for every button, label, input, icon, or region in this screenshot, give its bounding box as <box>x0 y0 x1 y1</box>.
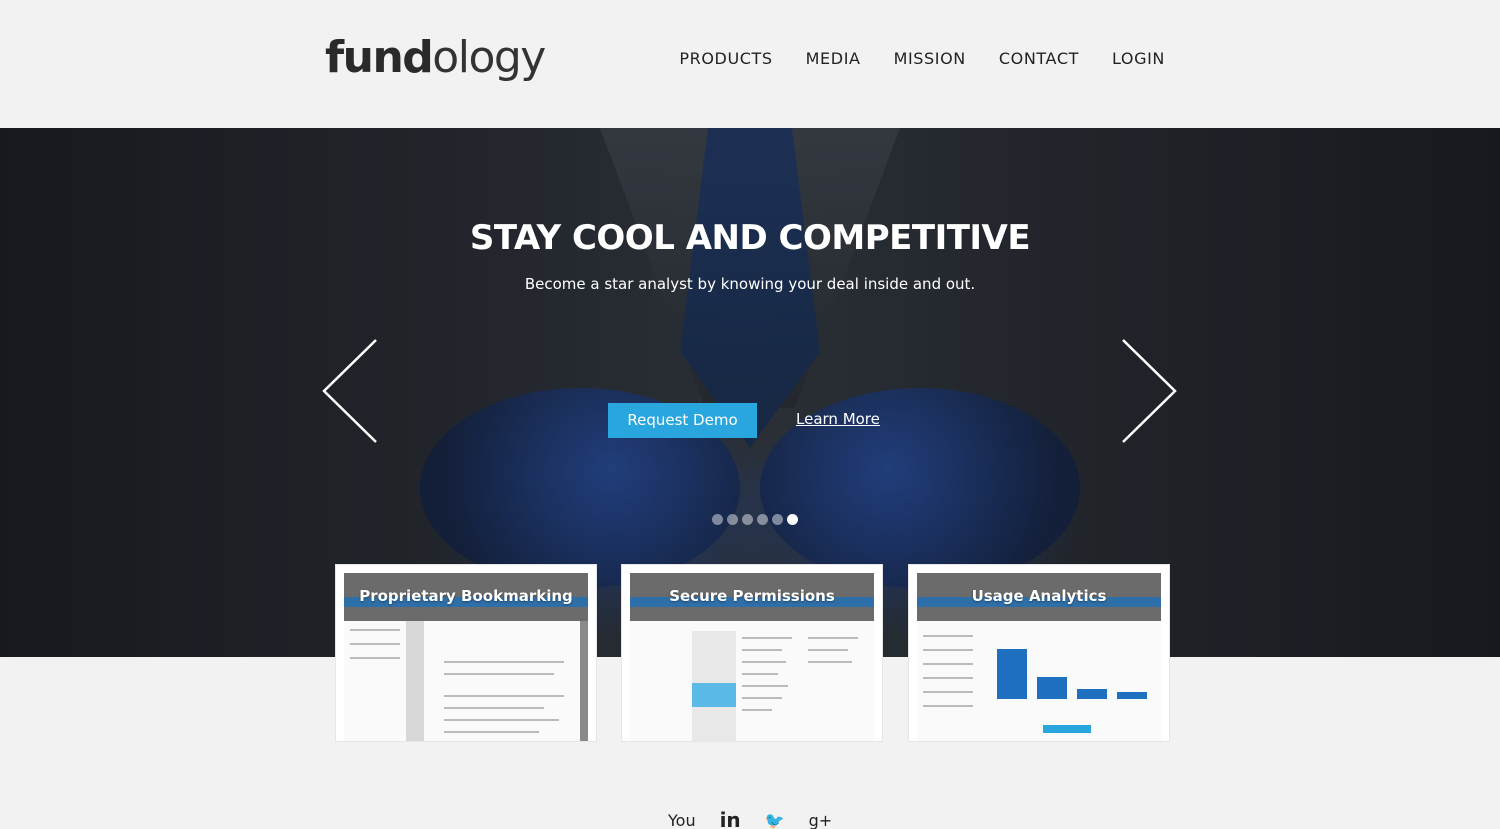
carousel-indicators <box>712 514 798 525</box>
logo-light-text: ology <box>432 32 546 83</box>
hero-subtitle: Become a star analyst by knowing your de… <box>524 275 976 293</box>
carousel-dot[interactable] <box>772 514 783 525</box>
nav-products[interactable]: PRODUCTS <box>679 48 772 70</box>
social-links: You in 🐦 g+ <box>668 810 833 829</box>
youtube-icon[interactable]: You <box>668 812 696 829</box>
nav-login[interactable]: LOGIN <box>1112 48 1165 70</box>
carousel-dot[interactable] <box>742 514 753 525</box>
chevron-left-icon[interactable] <box>320 338 378 444</box>
nav-media[interactable]: MEDIA <box>806 48 861 70</box>
feature-title-analytics: Usage Analytics <box>971 587 1107 605</box>
chevron-right-icon[interactable] <box>1121 338 1179 444</box>
twitter-icon[interactable]: 🐦 <box>765 812 785 829</box>
carousel-dot[interactable] <box>727 514 738 525</box>
request-demo-button[interactable]: Request Demo <box>608 403 757 438</box>
nav-contact[interactable]: CONTACT <box>999 48 1079 70</box>
linkedin-icon[interactable]: in <box>720 810 741 829</box>
learn-more-link[interactable]: Learn More <box>796 408 880 430</box>
feature-title-bookmarking: Proprietary Bookmarking <box>359 587 573 605</box>
feature-card-bookmarking[interactable]: Proprietary Bookmarking <box>336 565 596 741</box>
google-plus-icon[interactable]: g+ <box>809 812 833 829</box>
feature-card-permissions[interactable]: Secure Permissions <box>622 565 882 741</box>
carousel-dot[interactable] <box>757 514 768 525</box>
main-nav: PRODUCTS MEDIA MISSION CONTACT LOGIN <box>679 48 1165 70</box>
logo-bold-text: fund <box>325 32 434 83</box>
site-header: fundology PRODUCTS MEDIA MISSION CONTACT… <box>0 0 1500 128</box>
fundology-logo[interactable]: fundology <box>325 30 546 86</box>
carousel-dot[interactable] <box>712 514 723 525</box>
hero-title: STAY COOL AND COMPETITIVE <box>469 218 1031 258</box>
carousel-dot-active[interactable] <box>787 514 798 525</box>
nav-mission[interactable]: MISSION <box>894 48 966 70</box>
feature-card-analytics[interactable]: Usage Analytics <box>909 565 1169 741</box>
feature-title-permissions: Secure Permissions <box>669 587 835 605</box>
